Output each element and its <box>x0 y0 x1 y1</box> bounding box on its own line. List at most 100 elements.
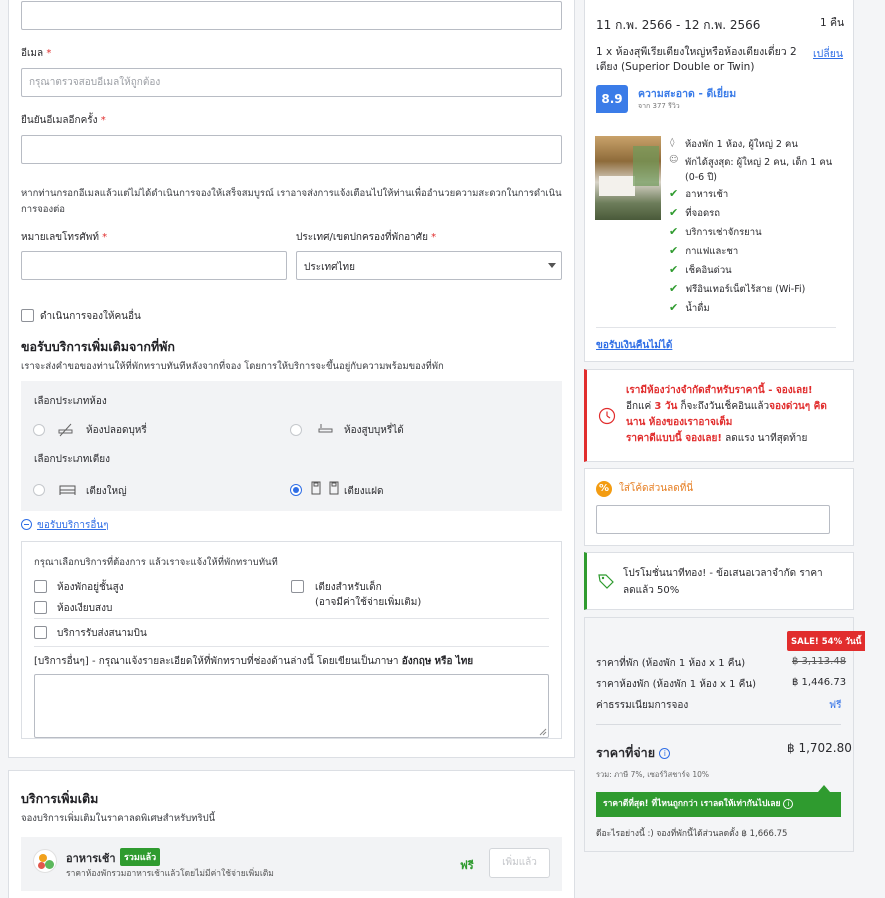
high-floor-checkbox[interactable] <box>34 580 47 593</box>
twin-bed-icon <box>311 481 339 495</box>
other-requests-textarea[interactable] <box>34 674 549 738</box>
booking-fee-value: ฟรี <box>829 700 842 711</box>
non-smoking-label: ห้องปลอดบุหรี่ <box>86 425 147 436</box>
confirm-email-label-text: ยืนยันอีเมลอีกครั้ง <box>21 115 98 126</box>
divider <box>34 646 549 647</box>
total-label: ราคาที่จ่าย i <box>596 743 671 763</box>
email-notice: หากท่านกรอกอีเมลแล้วแต่ไม่ได้ดำเนินการจอ… <box>21 188 562 215</box>
country-label-text: ประเทศ/เขตปกครองที่พักอาศัย <box>296 232 428 243</box>
airport-transfer-label: บริการรับส่งสนามบิน <box>57 628 147 639</box>
book-for-other-label: ดำเนินการจองให้คนอื่น <box>40 311 141 322</box>
best-price-text: ราคาดีที่สุด! ที่ไหนถูกกว่า เราลดให้เท่า… <box>603 799 781 809</box>
breakfast-title: อาหารเช้า <box>66 852 116 865</box>
country-value: ประเทศไทย <box>304 262 355 273</box>
amenity-list: ✔ อาหารเช้า ✔ ที่จอดรถ ✔ บริการเช่าจักรย… <box>669 187 805 320</box>
baby-cot-label: เตียงสำหรับเด็ก <box>315 582 382 593</box>
refund-policy-link[interactable]: ขอรับเงินคืนไม่ได้ <box>596 338 672 353</box>
info-icon[interactable]: i <box>659 748 671 759</box>
other-text-prefix: [บริการอื่นๆ] - กรุณาแจ้งรายละเอียดให้ที… <box>34 656 399 667</box>
smoking-icon <box>318 424 333 433</box>
urgency-last-minute: ลดแรง นาทีสุดท้าย <box>725 433 808 444</box>
name-field[interactable] <box>21 1 562 30</box>
urgency-middle: ก็จะถึงวันเช็คอินแล้ว <box>680 401 770 412</box>
check-icon: ✔ <box>669 263 679 276</box>
stay-dates: 11 ก.พ. 2566 - 12 ก.พ. 2566 <box>596 18 761 32</box>
amenity-label: อาหารเช้า <box>685 189 729 200</box>
required-mark: * <box>431 232 437 243</box>
airport-transfer-checkbox[interactable] <box>34 626 47 639</box>
email-label: อีเมล * <box>21 46 51 61</box>
occupancy-icon: ◊ <box>670 138 675 148</box>
phone-label: หมายเลขโทรศัพท์ * <box>21 230 107 245</box>
amenity-label: ฟรีอินเทอร์เน็ตไร้สาย (Wi-Fi) <box>685 284 806 295</box>
promo-code-input[interactable] <box>596 505 830 534</box>
amenity-item: ✔ เช็คอินด่วน <box>669 263 805 282</box>
required-mark: * <box>100 115 106 126</box>
phone-field[interactable] <box>21 251 287 280</box>
amenity-item: ✔ กาแฟและชา <box>669 244 805 263</box>
amenity-item: ✔ ฟรีอินเทอร์เน็ตไร้สาย (Wi-Fi) <box>669 282 805 301</box>
divider <box>596 327 836 328</box>
promo-code-link[interactable]: ใส่โค้ดส่วนลดที่นี่ <box>619 481 693 496</box>
addons-subtitle: จองบริการเพิ่มเติมในราคาลดพิเศษสำหรับทริ… <box>21 813 216 824</box>
twin-bed-radio[interactable] <box>290 484 302 496</box>
urgency-call: จองด่วนๆ คิด <box>769 401 827 412</box>
added-button[interactable]: เพิ่มแล้ว <box>489 848 550 878</box>
occupancy-text: ห้องพัก 1 ห้อง, ผู้ใหญ่ 2 คน <box>685 139 798 150</box>
quiet-room-checkbox[interactable] <box>34 601 47 614</box>
tag-icon <box>598 574 614 589</box>
bed-type-label: เลือกประเภทเตียง <box>34 454 110 465</box>
change-room-link[interactable]: เปลี่ยน <box>813 45 843 62</box>
book-for-other-checkbox[interactable] <box>21 309 34 322</box>
special-requests-subtitle: เราจะส่งคำขอของท่านให้ที่พักทราบทันทีหลั… <box>21 361 444 372</box>
room-name: 1 x ห้องสุพีเรียเตียงใหญ่หรือห้องเตียงเด… <box>596 45 810 75</box>
confirm-email-field[interactable] <box>21 135 562 164</box>
confirm-email-label: ยืนยันอีเมลอีกครั้ง * <box>21 113 106 128</box>
double-bed-icon <box>59 485 76 495</box>
collapse-icon[interactable] <box>21 519 32 530</box>
max-occupancy-line1: พักได้สูงสุด: ผู้ใหญ่ 2 คน, เด็ก 1 คน <box>685 157 833 168</box>
booking-fee-label: ค่าธรรมเนียมการจอง <box>596 700 689 711</box>
non-smoking-radio[interactable] <box>33 424 45 436</box>
special-requests-title: ขอรับบริการเพิ่มเติมจากที่พัก <box>21 339 175 354</box>
savings-footer: ดีอะไรอย่างนี้ :) จองที่พักนี้ได้ส่วนลดต… <box>596 829 788 839</box>
info-icon[interactable]: i <box>783 798 794 809</box>
other-requests-toggle[interactable]: ขอรับบริการอื่นๆ <box>37 518 109 533</box>
email-placeholder: กรุณาตรวจสอบอีเมลให้ถูกต้อง <box>29 77 161 88</box>
email-label-text: อีเมล <box>21 48 44 59</box>
addons-title: บริการเพิ่มเติม <box>21 791 99 806</box>
breakfast-price: ฟรี <box>460 859 474 872</box>
room-price-value: ฿ 1,446.73 <box>792 677 847 688</box>
country-select[interactable]: ประเทศไทย <box>296 251 562 280</box>
check-icon: ✔ <box>669 225 679 238</box>
baby-cot-checkbox[interactable] <box>291 580 304 593</box>
review-score-badge: 8.9 <box>596 85 628 113</box>
promo-banner-text: โปรโมชั่นนาทีทอง! - ข้อเสนอเวลาจำกัด ราค… <box>623 568 823 596</box>
sale-badge: SALE! 54% วันนี้ <box>787 631 866 651</box>
room-price-label: ราคาห้องพัก (ห้องพัก 1 ห้อง x 1 คืน) <box>596 679 757 690</box>
original-price-label: ราคาที่พัก (ห้องพัก 1 ห้อง x 1 คืน) <box>596 658 746 669</box>
total-note: รวม: ภาษี 7%, เซอร์วิสชาร์จ 10% <box>596 770 709 779</box>
score-reviews: จาก 377 รีวิว <box>638 102 680 110</box>
clock-icon <box>598 407 616 425</box>
promo-icon: % <box>596 481 612 497</box>
chevron-down-icon <box>548 263 556 268</box>
other-text-instructions: [บริการอื่นๆ] - กรุณาแจ้งรายละเอียดให้ที… <box>34 654 473 669</box>
large-bed-radio[interactable] <box>33 484 45 496</box>
amenity-label: น้ำดื่ม <box>685 303 710 314</box>
included-badge: รวมแล้ว <box>120 848 161 866</box>
amenity-label: ที่จอดรถ <box>685 208 720 219</box>
check-icon: ✔ <box>669 206 679 219</box>
amenity-item: ✔ อาหารเช้า <box>669 187 805 206</box>
breakfast-icon <box>33 849 57 873</box>
quiet-room-label: ห้องเงียบสงบ <box>57 603 113 614</box>
total-label-text: ราคาที่จ่าย <box>596 745 656 760</box>
check-icon: ✔ <box>669 282 679 295</box>
email-field[interactable]: กรุณาตรวจสอบอีเมลให้ถูกต้อง <box>21 68 562 97</box>
max-occupancy-icon: ☺ <box>669 155 679 165</box>
best-price-banner: ราคาดีที่สุด! ที่ไหนถูกกว่า เราลดให้เท่า… <box>596 792 841 817</box>
resize-handle-icon[interactable] <box>539 728 547 736</box>
check-icon: ✔ <box>669 187 679 200</box>
smoking-radio[interactable] <box>290 424 302 436</box>
twin-bed-label: เตียงแฝด <box>344 486 384 497</box>
